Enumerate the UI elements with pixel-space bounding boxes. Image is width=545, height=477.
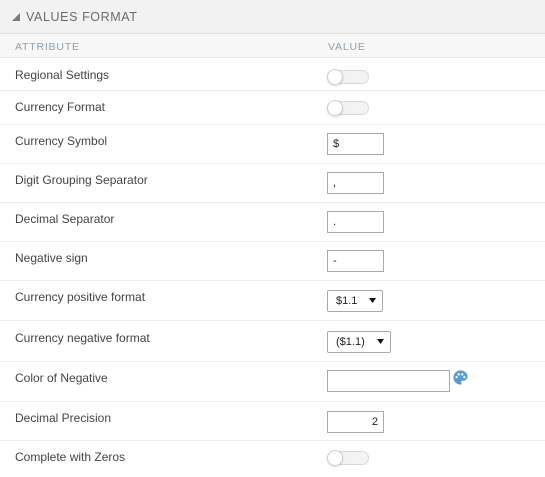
row-decimal-precision: Decimal Precision	[0, 402, 545, 441]
panel-title: VALUES FORMAT	[26, 9, 138, 24]
column-header-attribute: ATTRIBUTE	[15, 41, 80, 53]
row-currency-negative-format: Currency negative format ($1.1)	[0, 321, 545, 362]
regional-settings-toggle[interactable]	[327, 69, 369, 85]
toggle-knob	[327, 100, 343, 116]
currency-symbol-label: Currency Symbol	[15, 134, 108, 148]
triangle-collapse-icon[interactable]	[12, 12, 20, 21]
currency-negative-format-label: Currency negative format	[15, 331, 150, 345]
complete-zeros-label: Complete with Zeros	[15, 450, 126, 464]
digit-grouping-input[interactable]	[327, 172, 384, 194]
currency-negative-format-select[interactable]: ($1.1)	[327, 331, 391, 353]
regional-settings-label: Regional Settings	[15, 68, 110, 82]
row-complete-zeros: Complete with Zeros	[0, 441, 545, 476]
decimal-precision-label: Decimal Precision	[15, 411, 112, 425]
currency-format-label: Currency Format	[15, 100, 106, 114]
palette-icon[interactable]	[452, 369, 469, 386]
row-regional-settings: Regional Settings	[0, 58, 545, 91]
dropdown-arrow-icon	[377, 339, 384, 344]
row-decimal-separator: Decimal Separator	[0, 203, 545, 242]
values-format-panel: VALUES FORMAT ATTRIBUTE VALUE Regional S…	[0, 0, 545, 477]
color-negative-input[interactable]	[327, 370, 450, 392]
currency-positive-format-label: Currency positive format	[15, 290, 146, 304]
currency-positive-format-select[interactable]: $1.1	[327, 290, 383, 312]
negative-sign-input[interactable]	[327, 250, 384, 272]
column-header-value: VALUE	[328, 41, 366, 53]
color-negative-label: Color of Negative	[15, 371, 108, 385]
row-color-negative: Color of Negative	[0, 362, 545, 402]
decimal-separator-label: Decimal Separator	[15, 212, 115, 226]
currency-format-toggle[interactable]	[327, 100, 369, 116]
row-currency-positive-format: Currency positive format $1.1	[0, 281, 545, 321]
currency-negative-format-value: ($1.1)	[336, 336, 365, 348]
complete-zeros-toggle[interactable]	[327, 450, 369, 466]
toggle-knob	[327, 450, 343, 466]
panel-header[interactable]: VALUES FORMAT	[0, 0, 545, 34]
decimal-precision-input[interactable]	[327, 411, 384, 433]
toggle-knob	[327, 69, 343, 85]
row-currency-symbol: Currency Symbol	[0, 125, 545, 164]
column-headers: ATTRIBUTE VALUE	[0, 34, 545, 58]
decimal-separator-input[interactable]	[327, 211, 384, 233]
negative-sign-label: Negative sign	[15, 251, 88, 265]
currency-positive-format-value: $1.1	[336, 295, 358, 307]
row-currency-format: Currency Format	[0, 91, 545, 125]
digit-grouping-label: Digit Grouping Separator	[15, 173, 148, 187]
row-negative-sign: Negative sign	[0, 242, 545, 281]
currency-symbol-input[interactable]	[327, 133, 384, 155]
row-digit-grouping: Digit Grouping Separator	[0, 164, 545, 203]
dropdown-arrow-icon	[369, 298, 376, 303]
